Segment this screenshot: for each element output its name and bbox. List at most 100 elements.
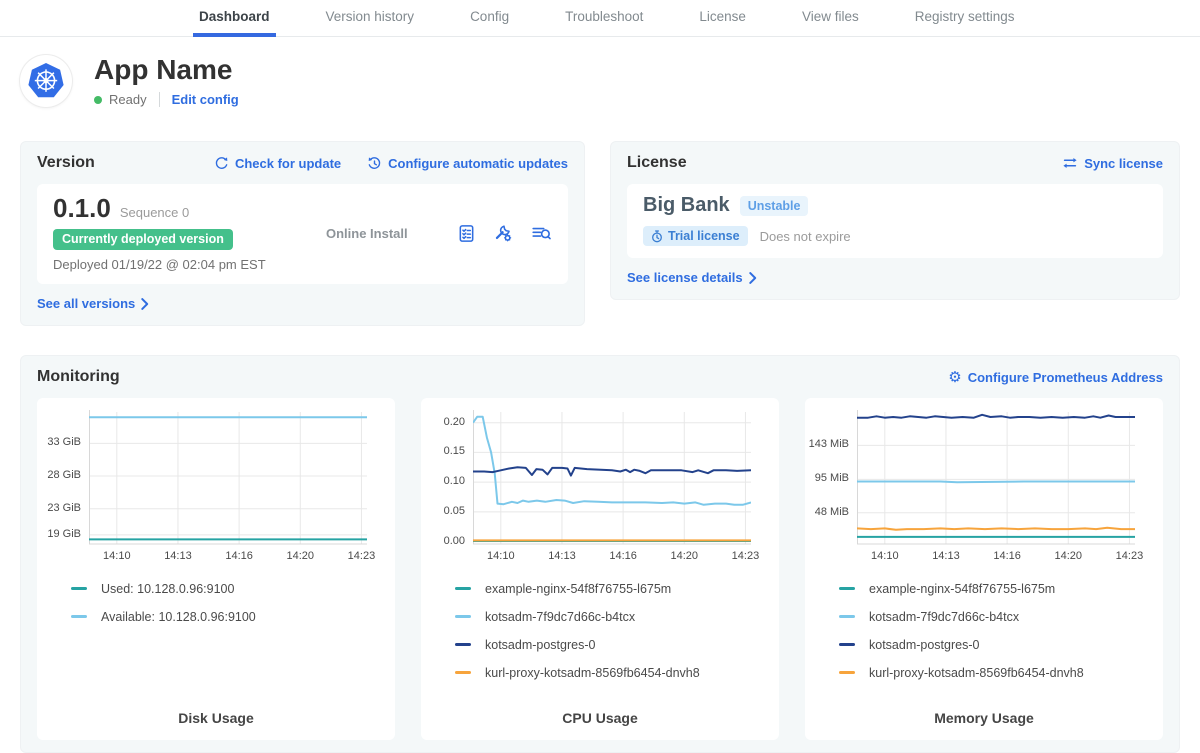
check-for-update-button[interactable]: Check for update [214,156,341,171]
see-all-versions-link[interactable]: See all versions [37,296,149,311]
sync-license-button[interactable]: Sync license [1062,156,1163,171]
x-axis-label: 14:13 [164,550,192,562]
channel-badge: Unstable [740,196,809,216]
x-axis-label: 14:23 [1116,550,1144,562]
edit-config-wrench-icon[interactable] [494,224,513,243]
sync-icon [1062,156,1078,170]
legend-item: Available: 10.128.0.96:9100 [71,609,395,624]
legend-color-dash [455,643,471,646]
stopwatch-icon [651,230,663,243]
chart-card-cpu-usage: 0.200.150.100.050.0014:1014:1314:1614:20… [421,398,779,740]
x-axis-label: 14:16 [609,550,637,562]
configure-prometheus-button[interactable]: ⚙ Configure Prometheus Address [948,370,1163,385]
tab-dashboard[interactable]: Dashboard [193,0,276,37]
chart-card-disk-usage: 33 GiB28 GiB23 GiB19 GiB14:1014:1314:161… [37,398,395,740]
legend-label: Used: 10.128.0.96:9100 [101,582,234,596]
trial-license-badge: Trial license [643,226,748,246]
legend-color-dash [455,671,471,674]
version-title: Version [37,154,95,172]
chart-legend: example-nginx-54f8f76755-l675m kotsadm-7f… [455,581,779,693]
chart-plot: 33 GiB28 GiB23 GiB19 GiB14:1014:1314:161… [37,408,395,566]
chart-title: Disk Usage [37,710,395,732]
license-details-card: Big Bank Unstable Trial license [627,184,1163,258]
current-version-card: 0.1.0 Sequence 0 Currently deployed vers… [37,184,568,284]
x-axis-label: 14:23 [348,550,376,562]
series-line-kotsadm-postgres-0 [857,415,1135,418]
tab-registry-settings[interactable]: Registry settings [909,0,1021,37]
divider [159,92,160,107]
plot-canvas [857,408,1135,546]
legend-color-dash [839,615,855,618]
series-line-kurl-proxy-kotsadm-8569fb6454-dnvh8 [857,528,1135,530]
view-deploy-logs-icon[interactable] [531,224,552,243]
y-axis-label: 48 MiB [805,506,849,518]
x-axis-label: 14:16 [993,550,1021,562]
tab-license[interactable]: License [693,0,752,37]
y-axis-label: 143 MiB [805,438,849,450]
legend-item: kotsadm-postgres-0 [839,637,1163,652]
customer-name: Big Bank [643,194,730,217]
y-axis-label: 95 MiB [805,472,849,484]
y-axis-label: 23 GiB [37,502,81,514]
y-axis-label: 28 GiB [37,469,81,481]
license-card: License Sync license Big Bank Unstable [610,141,1180,300]
license-title: License [627,154,687,172]
series-line-kotsadm-7f9dc7d66c-b4tcx [473,417,751,505]
refresh-icon [214,156,229,171]
expiry-text: Does not expire [760,229,851,244]
monitoring-title: Monitoring [37,368,120,386]
y-axis-label: 0.15 [421,445,465,457]
x-axis-label: 14:10 [871,550,899,562]
monitoring-section: Monitoring ⚙ Configure Prometheus Addres… [20,355,1180,753]
legend-item: kurl-proxy-kotsadm-8569fb6454-dnvh8 [839,665,1163,680]
x-axis-label: 14:10 [487,550,515,562]
legend-item: example-nginx-54f8f76755-l675m [839,581,1163,596]
legend-item: kotsadm-7f9dc7d66c-b4tcx [455,609,779,624]
legend-item: kotsadm-7f9dc7d66c-b4tcx [839,609,1163,624]
tab-view-files[interactable]: View files [796,0,865,37]
y-axis-label: 0.05 [421,505,465,517]
tab-version-history[interactable]: Version history [320,0,421,37]
chart-plot: 143 MiB95 MiB48 MiB14:1014:1314:1614:201… [805,408,1163,566]
x-axis-label: 14:10 [103,550,131,562]
plot-canvas [473,408,751,546]
deployed-badge: Currently deployed version [53,229,233,250]
version-number: 0.1.0 [53,194,111,222]
y-axis-label: 0.00 [421,535,465,547]
y-axis-label: 33 GiB [37,436,81,448]
tab-troubleshoot[interactable]: Troubleshoot [559,0,649,37]
top-nav: Dashboard Version history Config Troublesho… [0,0,1200,37]
legend-label: kotsadm-postgres-0 [869,638,979,652]
configure-automatic-updates-button[interactable]: Configure automatic updates [367,156,568,171]
legend-label: example-nginx-54f8f76755-l675m [869,582,1055,596]
x-axis-label: 14:20 [671,550,699,562]
kubernetes-icon [27,62,65,100]
legend-label: kotsadm-7f9dc7d66c-b4tcx [869,610,1019,624]
legend-item: kurl-proxy-kotsadm-8569fb6454-dnvh8 [455,665,779,680]
gear-icon: ⚙ [948,370,961,385]
legend-label: kurl-proxy-kotsadm-8569fb6454-dnvh8 [485,666,700,680]
edit-config-link[interactable]: Edit config [172,92,239,107]
app-name: App Name [94,55,239,85]
legend-color-dash [839,643,855,646]
legend-label: kotsadm-postgres-0 [485,638,595,652]
legend-color-dash [71,587,87,590]
tab-config[interactable]: Config [464,0,515,37]
chart-title: Memory Usage [805,710,1163,732]
chevron-right-icon [141,298,149,310]
plot-canvas [89,408,367,546]
sequence-label: Sequence 0 [120,205,189,220]
x-axis-label: 14:16 [225,550,253,562]
chevron-right-icon [749,272,757,284]
see-license-details-link[interactable]: See license details [627,270,757,285]
legend-label: example-nginx-54f8f76755-l675m [485,582,671,596]
series-line-kotsadm-7f9dc7d66c-b4tcx [857,482,1135,483]
x-axis-label: 14:23 [732,550,760,562]
preflight-checks-icon[interactable] [457,224,476,243]
status-dot [94,96,102,104]
app-logo [20,55,72,107]
x-axis-label: 14:13 [548,550,576,562]
x-axis-label: 14:13 [932,550,960,562]
series-line-kotsadm-postgres-0 [473,467,751,475]
chart-card-memory-usage: 143 MiB95 MiB48 MiB14:1014:1314:1614:201… [805,398,1163,740]
